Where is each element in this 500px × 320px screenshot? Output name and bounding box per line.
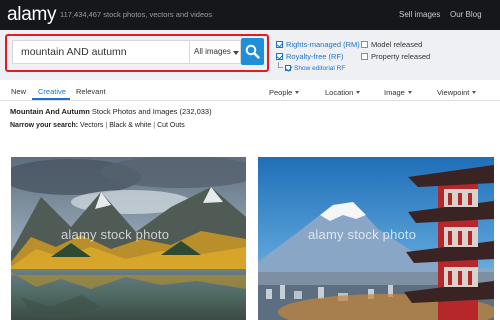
royalty-free-checkbox[interactable]: Royalty-free (RF) xyxy=(276,52,344,62)
image-watermark: alamy stock photo xyxy=(61,227,170,242)
editorial-rf-label: Show editorial RF xyxy=(294,65,346,72)
viewpoint-dropdown[interactable]: Viewpoint xyxy=(437,88,477,97)
narrow-search: Narrow your search: Vectors | Black & whit… xyxy=(10,122,185,129)
narrow-cut-outs-link[interactable]: Cut Outs xyxy=(157,122,185,129)
model-released-checkbox[interactable]: Model released xyxy=(361,40,422,50)
tab-relevant[interactable]: Relevant xyxy=(76,87,106,96)
editorial-rf-checkbox[interactable]: Show editorial RF xyxy=(285,64,345,74)
top-bar: alamy 117,434,467 stock photos, vectors … xyxy=(0,0,500,30)
location-dropdown-label: Location xyxy=(325,88,354,97)
image-dropdown[interactable]: Image xyxy=(384,88,412,97)
results-query-title: Mountain And Autumn xyxy=(10,107,90,116)
model-released-label: Model released xyxy=(371,40,423,49)
image-watermark: alamy stock photo xyxy=(308,227,417,242)
tab-new[interactable]: New xyxy=(11,87,26,96)
checkbox-icon xyxy=(361,53,368,60)
rights-managed-label: Rights-managed (RM) xyxy=(286,40,360,49)
rights-managed-checkbox[interactable]: Rights-managed (RM) xyxy=(276,40,360,50)
active-tab-indicator xyxy=(32,98,70,100)
result-image-pagoda-mountain[interactable]: alamy stock photo xyxy=(258,157,494,320)
separator: | xyxy=(105,122,108,129)
checkbox-icon xyxy=(285,65,291,71)
checkbox-icon xyxy=(361,41,368,48)
results-heading: Mountain And Autumn Stock Photos and Ima… xyxy=(10,107,212,116)
checkbox-icon xyxy=(276,41,283,48)
search-highlight-box xyxy=(5,34,269,72)
people-dropdown-label: People xyxy=(269,88,293,97)
property-released-checkbox[interactable]: Property released xyxy=(361,52,430,62)
royalty-free-label: Royalty-free (RF) xyxy=(286,52,344,61)
tagline: 117,434,467 stock photos, vectors and vi… xyxy=(60,10,213,19)
sell-images-link[interactable]: Sell images xyxy=(399,10,440,19)
property-released-label: Property released xyxy=(371,52,431,61)
location-dropdown[interactable]: Location xyxy=(325,88,361,97)
indent-connector xyxy=(278,62,283,68)
image-dropdown-label: Image xyxy=(384,88,405,97)
our-blog-link[interactable]: Our Blog xyxy=(450,10,482,19)
chevron-down-icon xyxy=(407,91,412,94)
chevron-down-icon xyxy=(356,91,361,94)
chevron-down-icon xyxy=(295,91,300,94)
viewpoint-dropdown-label: Viewpoint xyxy=(437,88,470,97)
narrow-vectors-link[interactable]: Vectors xyxy=(80,122,103,129)
result-image-mountain-lake[interactable]: alamy stock photo xyxy=(11,157,246,320)
tab-creative[interactable]: Creative xyxy=(38,87,66,96)
separator: | xyxy=(153,122,156,129)
alamy-logo[interactable]: alamy xyxy=(7,4,56,26)
narrow-black-white-link[interactable]: Black & white xyxy=(109,122,151,129)
filter-nav: New Creative Relevant xyxy=(0,81,500,101)
narrow-search-label: Narrow your search: xyxy=(10,122,79,129)
results-count: Stock Photos and Images (232,033) xyxy=(89,107,212,116)
chevron-down-icon xyxy=(472,91,477,94)
people-dropdown[interactable]: People xyxy=(269,88,300,97)
checkbox-icon xyxy=(276,53,283,60)
